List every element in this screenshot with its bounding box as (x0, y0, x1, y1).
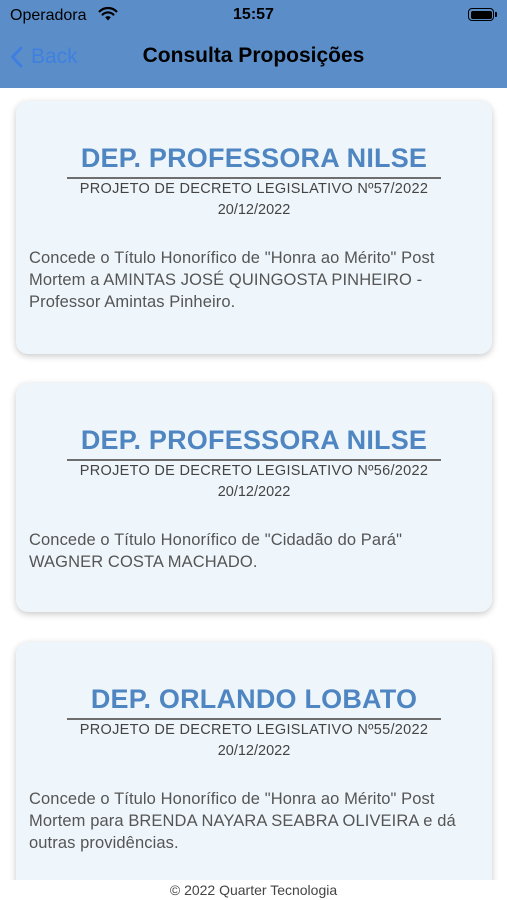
page-title: Consulta Proposições (142, 44, 365, 67)
proposition-date: 20/12/2022 (217, 202, 291, 218)
proposition-type: PROJETO DE DECRETO LEGISLATIVO Nº56/2022 (79, 463, 429, 479)
proposition-card[interactable]: DEP. PROFESSORA NILSE PROJETO DE DECRETO… (16, 101, 492, 354)
proposition-type: PROJETO DE DECRETO LEGISLATIVO Nº57/2022 (79, 181, 429, 197)
proposition-date: 20/12/2022 (217, 484, 291, 500)
divider (67, 718, 441, 720)
proposition-date: 20/12/2022 (217, 743, 291, 759)
author-name: DEP. PROFESSORA NILSE (80, 425, 428, 455)
battery-icon (468, 8, 497, 21)
proposition-type: PROJETO DE DECRETO LEGISLATIVO Nº55/2022 (79, 722, 429, 738)
proposition-description: Concede o Título Honorífico de "Honra ao… (29, 249, 435, 311)
footer-copyright: © 2022 Quarter Tecnologia (0, 880, 507, 900)
author-name: DEP. ORLANDO LOBATO (90, 684, 418, 714)
proposition-description: Concede o Título Honorífico de "Cidadão … (29, 531, 403, 571)
status-bar: Operadora 15:57 (0, 0, 507, 32)
author-name: DEP. PROFESSORA NILSE (80, 143, 428, 173)
proposition-card[interactable]: DEP. ORLANDO LOBATO PROJETO DE DECRETO L… (16, 642, 492, 880)
clock: 15:57 (233, 6, 274, 23)
proposition-list[interactable]: DEP. PROFESSORA NILSE PROJETO DE DECRETO… (0, 88, 507, 880)
navigation-bar: Back Consulta Proposições (0, 32, 507, 88)
divider (67, 459, 441, 461)
proposition-card[interactable]: DEP. PROFESSORA NILSE PROJETO DE DECRETO… (16, 383, 492, 612)
header-bar: Operadora 15:57 Back Consulta Proposiçõe… (0, 0, 507, 88)
proposition-description: Concede o Título Honorífico de "Honra ao… (29, 790, 456, 852)
divider (67, 177, 441, 179)
